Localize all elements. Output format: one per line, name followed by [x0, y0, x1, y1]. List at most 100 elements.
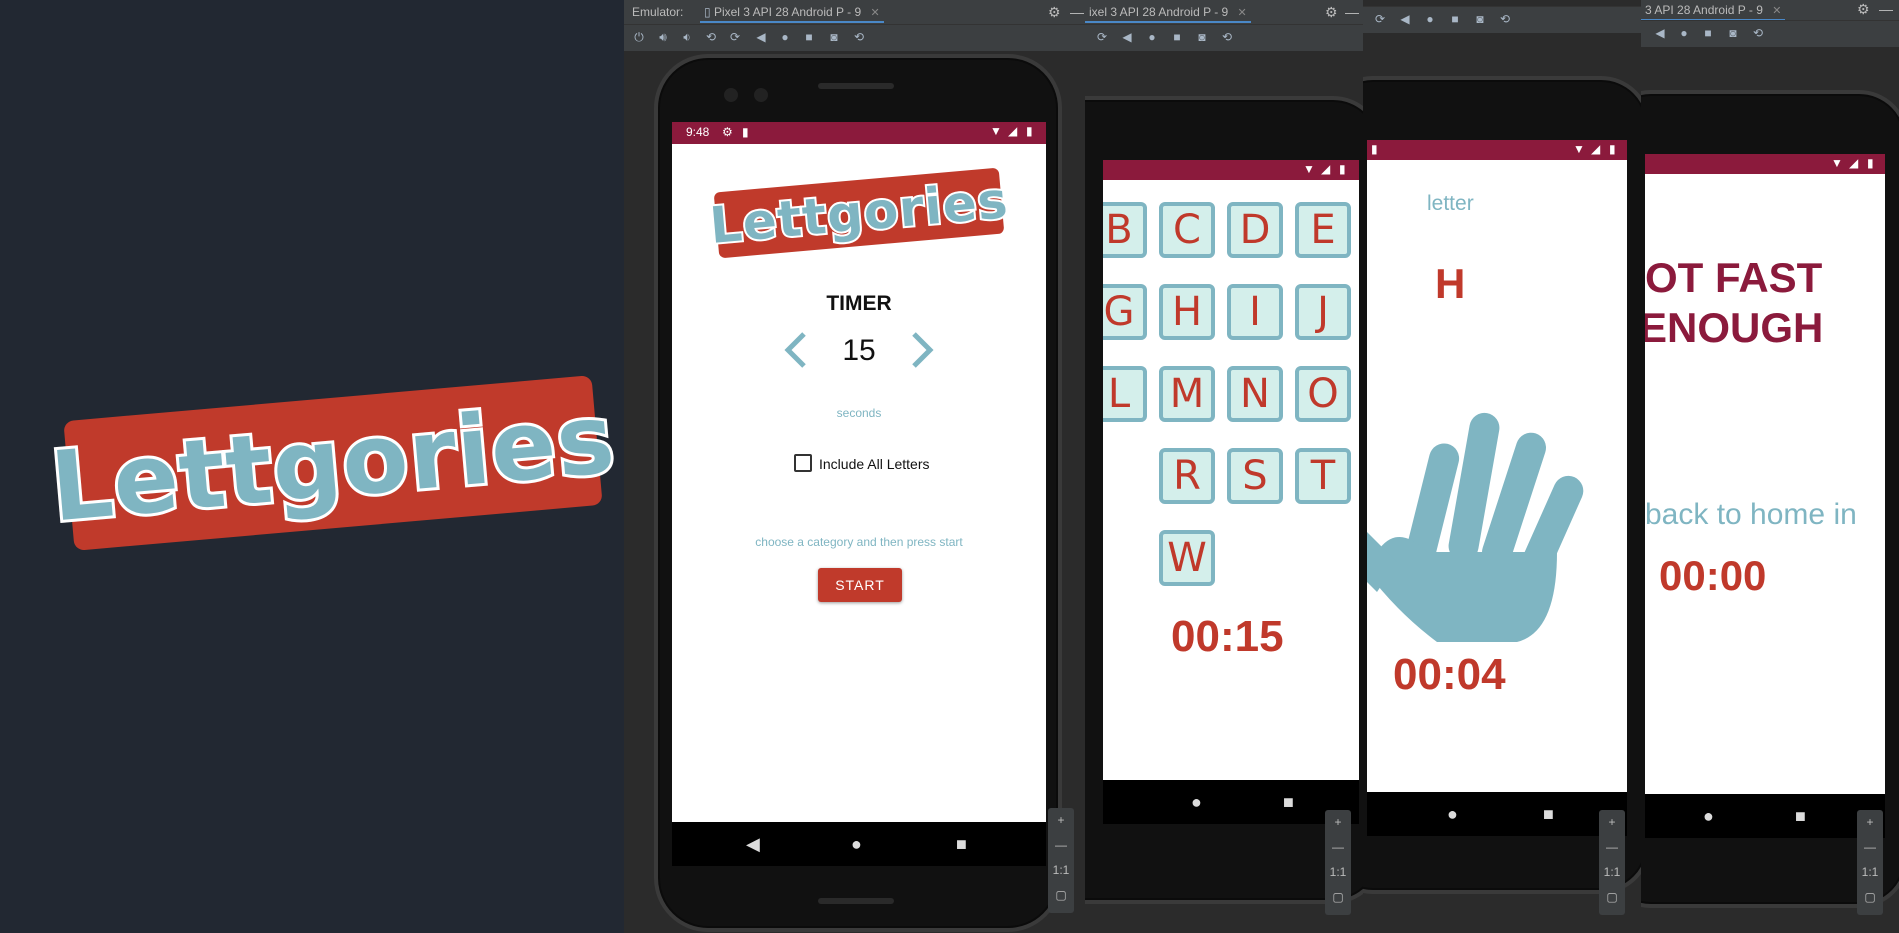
- zoom-in-button[interactable]: +: [1048, 808, 1074, 833]
- letter-tile[interactable]: L: [1103, 366, 1147, 422]
- nav-overview-icon[interactable]: ■: [1283, 793, 1294, 811]
- emulator-toolbar: ⏻ 🔊︎ 🔉︎ ⟲ ⟳ ◀ ● ■ ◙ ⟲: [624, 24, 1085, 51]
- device-tab[interactable]: 3 API 28 Android P - 9 ✕: [1641, 1, 1786, 21]
- screenshot-icon[interactable]: ◙: [1726, 26, 1740, 40]
- minimize-icon[interactable]: —: [1345, 4, 1359, 20]
- overview-icon[interactable]: ■: [802, 30, 816, 44]
- zoom-out-button[interactable]: —: [1599, 835, 1625, 860]
- actual-size-button[interactable]: 1:1: [1325, 860, 1351, 885]
- status-bar: ▼ ◢ ▮: [1645, 154, 1885, 174]
- camera-icon: [724, 88, 738, 102]
- overview-icon[interactable]: ■: [1448, 12, 1462, 26]
- letter-tile[interactable]: O: [1295, 366, 1351, 422]
- emulator-panel-1: Emulator: ▯ Pixel 3 API 28 Android P - 9…: [624, 0, 1085, 933]
- status-time: 9:48: [686, 125, 710, 139]
- settings-gear-icon[interactable]: ⚙: [1857, 1, 1870, 18]
- letter-tile[interactable]: E: [1295, 202, 1351, 258]
- fit-screen-icon[interactable]: ▢: [1599, 885, 1625, 910]
- include-all-letters-checkbox[interactable]: [794, 454, 812, 472]
- screenshot-icon[interactable]: ◙: [827, 30, 841, 44]
- instruction-hint: choose a category and then press start: [755, 535, 963, 549]
- home-icon[interactable]: ●: [1423, 12, 1437, 26]
- phone-screen: ▼ ◢ ▮ BCDE GHIJ LMNO RST W 00:15: [1103, 160, 1359, 780]
- letter-tile[interactable]: R: [1159, 448, 1215, 504]
- zoom-out-button[interactable]: —: [1048, 833, 1074, 858]
- letter-tile[interactable]: B: [1103, 202, 1147, 258]
- current-letter: H: [1435, 260, 1466, 307]
- nav-home-icon[interactable]: ●: [1703, 807, 1714, 825]
- nav-home-icon[interactable]: ●: [851, 835, 862, 853]
- letter-tile[interactable]: W: [1159, 530, 1215, 586]
- letter-tile[interactable]: T: [1295, 448, 1351, 504]
- actual-size-button[interactable]: 1:1: [1599, 860, 1625, 885]
- nav-overview-icon[interactable]: ■: [1795, 807, 1806, 825]
- battery-icon: ▮: [1339, 162, 1346, 176]
- snapshot-icon[interactable]: ⟲: [852, 30, 866, 44]
- decrease-timer-button[interactable]: [782, 330, 810, 375]
- zoom-in-button[interactable]: +: [1857, 810, 1883, 835]
- letter-tile[interactable]: J: [1295, 284, 1351, 340]
- rotate-right-icon[interactable]: ⟳: [728, 30, 742, 44]
- actual-size-button[interactable]: 1:1: [1857, 860, 1883, 885]
- rotate-right-icon[interactable]: ⟳: [1373, 12, 1387, 26]
- letter-tile[interactable]: D: [1227, 202, 1283, 258]
- nav-overview-icon[interactable]: ■: [1543, 805, 1554, 823]
- close-tab-icon[interactable]: ✕: [1772, 5, 1781, 17]
- letter-tile[interactable]: G: [1103, 284, 1147, 340]
- zoom-out-button[interactable]: —: [1325, 835, 1351, 860]
- close-tab-icon[interactable]: ✕: [871, 7, 880, 19]
- letter-tile[interactable]: H: [1159, 284, 1215, 340]
- nav-overview-icon[interactable]: ■: [956, 835, 967, 853]
- back-icon[interactable]: ◀: [1398, 12, 1412, 26]
- minimize-icon[interactable]: —: [1070, 4, 1084, 20]
- increase-timer-button[interactable]: [908, 330, 936, 375]
- fit-screen-icon[interactable]: ▢: [1048, 883, 1074, 908]
- home-icon[interactable]: ●: [1677, 26, 1691, 40]
- device-tab[interactable]: ▯ Pixel 3 API 28 Android P - 9 ✕: [700, 3, 884, 23]
- start-button[interactable]: START: [818, 568, 902, 602]
- battery-icon: ▮: [1026, 124, 1033, 138]
- device-tab[interactable]: ixel 3 API 28 Android P - 9 ✕: [1085, 3, 1251, 23]
- nav-home-icon[interactable]: ●: [1191, 793, 1202, 811]
- wifi-icon: ▼: [1831, 156, 1843, 170]
- overview-icon[interactable]: ■: [1170, 30, 1184, 44]
- letter-tile[interactable]: I: [1227, 284, 1283, 340]
- emulator-panel-3: ⟳ ◀ ● ■ ◙ ⟲ ▮ ▼ ◢ ▮ letter H 00:04 ● ■ +…: [1363, 0, 1641, 933]
- fit-screen-icon[interactable]: ▢: [1325, 885, 1351, 910]
- zoom-out-button[interactable]: —: [1857, 835, 1883, 860]
- snapshot-icon[interactable]: ⟲: [1751, 26, 1765, 40]
- letter-tile[interactable]: S: [1227, 448, 1283, 504]
- volume-up-icon[interactable]: 🔊︎: [656, 30, 670, 44]
- power-icon[interactable]: ⏻: [632, 30, 646, 44]
- actual-size-button[interactable]: 1:1: [1048, 858, 1074, 883]
- letter-tile[interactable]: C: [1159, 202, 1215, 258]
- screenshot-icon[interactable]: ◙: [1473, 12, 1487, 26]
- snapshot-icon[interactable]: ⟲: [1498, 12, 1512, 26]
- rotate-left-icon[interactable]: ⟲: [704, 30, 718, 44]
- home-icon[interactable]: ●: [1145, 30, 1159, 44]
- letter-tile[interactable]: M: [1159, 366, 1215, 422]
- rotate-right-icon[interactable]: ⟳: [1095, 30, 1109, 44]
- nav-back-icon[interactable]: ◀: [746, 835, 760, 853]
- back-icon[interactable]: ◀: [754, 30, 768, 44]
- status-bar: ▼ ◢ ▮: [1103, 160, 1359, 180]
- back-icon[interactable]: ◀: [1653, 26, 1667, 40]
- volume-down-icon[interactable]: 🔉︎: [680, 30, 694, 44]
- settings-gear-icon[interactable]: ⚙: [1048, 4, 1061, 21]
- nav-home-icon[interactable]: ●: [1447, 805, 1458, 823]
- snapshot-icon[interactable]: ⟲: [1220, 30, 1234, 44]
- navigation-bar: ● ■: [1103, 780, 1359, 824]
- minimize-icon[interactable]: —: [1879, 1, 1893, 17]
- close-tab-icon[interactable]: ✕: [1238, 7, 1247, 19]
- letter-tile[interactable]: N: [1227, 366, 1283, 422]
- screenshot-icon[interactable]: ◙: [1195, 30, 1209, 44]
- back-icon[interactable]: ◀: [1120, 30, 1134, 44]
- signal-icon: ◢: [1591, 142, 1601, 156]
- fit-screen-icon[interactable]: ▢: [1857, 885, 1883, 910]
- timer-value: 15: [842, 334, 876, 367]
- overview-icon[interactable]: ■: [1701, 26, 1715, 40]
- zoom-in-button[interactable]: +: [1599, 810, 1625, 835]
- settings-gear-icon[interactable]: ⚙: [1325, 4, 1338, 21]
- home-icon[interactable]: ●: [778, 30, 792, 44]
- zoom-in-button[interactable]: +: [1325, 810, 1351, 835]
